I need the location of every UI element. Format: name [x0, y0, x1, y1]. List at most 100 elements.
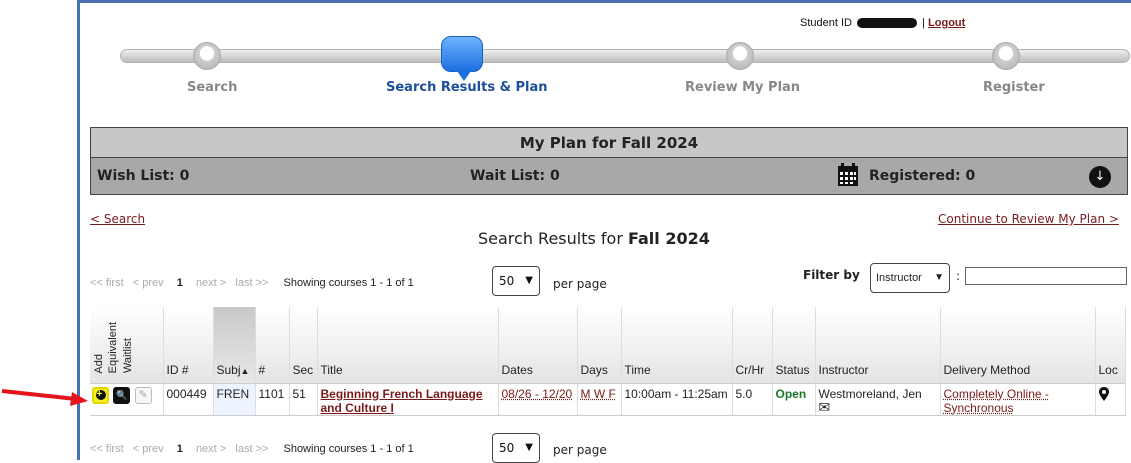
redacted-student-id [857, 18, 918, 29]
per-page-label: per page [553, 277, 607, 291]
cell-crhr: 5.0 [732, 382, 773, 416]
step-search-knob[interactable] [193, 42, 221, 70]
student-id-label: Student ID [800, 17, 852, 29]
header-time[interactable]: Time [621, 307, 733, 383]
pager-prev[interactable]: < prev [133, 277, 164, 289]
pager-top: << first < prev 1 next > last >> Showing… [90, 277, 414, 289]
progress-track [120, 49, 1130, 63]
cell-id: 000449 [163, 382, 214, 416]
step-search-label[interactable]: Search [187, 80, 237, 95]
header-title[interactable]: Title [317, 307, 499, 383]
step-current-bubble-icon [441, 36, 483, 81]
pager-next[interactable]: next > [196, 443, 226, 455]
header-number[interactable]: # [255, 307, 290, 383]
pager-next[interactable]: next > [196, 277, 226, 289]
sort-asc-icon: ▲ [240, 365, 250, 376]
separator: | [922, 17, 925, 29]
filter-selected-value: Instructor [876, 272, 922, 284]
per-page-value: 50 [499, 441, 515, 455]
results-title: Search Results for Fall 2024 [478, 229, 710, 248]
header-delivery[interactable]: Delivery Method [940, 307, 1096, 383]
header-instructor[interactable]: Instructor [815, 307, 941, 383]
results-term: Fall 2024 [628, 229, 710, 248]
header-id[interactable]: ID # [163, 307, 214, 383]
pager-bottom: << first < prev 1 next > last >> Showing… [90, 443, 414, 455]
annotation-arrow-icon [1, 389, 88, 406]
equivalent-search-icon[interactable]: 🔍 [113, 386, 131, 404]
cell-sec: 51 [289, 382, 318, 416]
table-row: 🔍 ✎ 000449 FREN 1101 51 Beginning French… [90, 382, 1126, 416]
per-page-select[interactable]: 50 ▼ [492, 266, 540, 296]
pager-current: 1 [176, 277, 183, 289]
pager-showing: Showing courses 1 - 1 of 1 [283, 443, 414, 455]
step-register-label[interactable]: Register [983, 80, 1045, 95]
cell-dates[interactable]: 08/26 - 12/20 [498, 382, 578, 416]
plan-summary-bar: Wish List: 0 Wait List: 0 Registered: 0 … [90, 158, 1128, 195]
header-subj[interactable]: Subj▲ [213, 307, 256, 383]
instructor-name: Westmoreland, Jen [818, 386, 922, 401]
per-page-value: 50 [499, 274, 515, 288]
expand-down-icon[interactable]: ↓ [1089, 166, 1111, 188]
course-title-line2[interactable]: and Culture I [321, 401, 495, 415]
results-title-prefix: Search Results for [478, 229, 623, 248]
header-loc[interactable]: Loc [1095, 307, 1126, 383]
course-title-line1[interactable]: Beginning French Language [321, 387, 495, 401]
frame-top-border [77, 0, 1131, 3]
step-review-label[interactable]: Review My Plan [685, 80, 800, 95]
filter-select[interactable]: Instructor ▼ [870, 263, 950, 293]
filter-colon: : [956, 269, 961, 283]
header-waitlist: Waitlist [121, 338, 134, 374]
step-search-results-label: Search Results & Plan [386, 80, 548, 95]
waitlist-edit-icon[interactable]: ✎ [134, 386, 152, 404]
wish-list-count[interactable]: Wish List: 0 [97, 168, 189, 184]
cell-number: 1101 [255, 382, 290, 416]
mail-icon[interactable]: ✉ [819, 400, 937, 414]
header-dates[interactable]: Dates [498, 307, 578, 383]
per-page-label: per page [553, 443, 607, 457]
chevron-down-icon: ▼ [525, 442, 533, 453]
cell-subj: FREN [213, 382, 256, 416]
header-equivalent: Equivalent [107, 322, 120, 374]
delivery-method-line2[interactable]: Synchronous [944, 401, 1092, 415]
calendar-icon [838, 163, 858, 186]
days-link[interactable]: M W F [581, 387, 616, 401]
header-subj-label: Subj [216, 362, 241, 377]
row-actions: 🔍 ✎ [90, 382, 164, 416]
header-sec[interactable]: Sec [289, 307, 318, 383]
registered-count[interactable]: Registered: 0 [869, 168, 975, 184]
table-header-row: Add Equivalent Waitlist ID # Subj▲ # Sec… [90, 307, 1126, 383]
cell-delivery[interactable]: Completely Online - Synchronous [940, 382, 1096, 416]
pager-showing: Showing courses 1 - 1 of 1 [283, 277, 414, 289]
step-review-knob[interactable] [726, 42, 754, 70]
pager-current: 1 [176, 443, 183, 455]
cell-days[interactable]: M W F [577, 382, 622, 416]
cell-time: 10:00am - 11:25am [621, 382, 733, 416]
header-status[interactable]: Status [772, 307, 816, 383]
cell-status: Open [772, 382, 816, 416]
chevron-down-icon: ▼ [934, 272, 944, 283]
pager-last[interactable]: last >> [235, 277, 268, 289]
delivery-method-line1[interactable]: Completely Online - [944, 387, 1092, 401]
filter-label: Filter by [803, 268, 860, 282]
wait-list-count[interactable]: Wait List: 0 [470, 168, 560, 184]
per-page-select-bottom[interactable]: 50 ▼ [492, 433, 540, 463]
header-days[interactable]: Days [577, 307, 622, 383]
continue-review-link[interactable]: Continue to Review My Plan > [938, 212, 1119, 226]
dates-link[interactable]: 08/26 - 12/20 [502, 387, 573, 401]
chevron-down-icon: ▼ [525, 275, 533, 286]
cell-loc[interactable] [1095, 382, 1126, 416]
plan-title: My Plan for Fall 2024 [90, 127, 1128, 158]
header-crhr[interactable]: Cr/Hr [732, 307, 773, 383]
step-register-knob[interactable] [992, 42, 1020, 70]
cell-instructor: Westmoreland, Jen ✉ [815, 382, 941, 416]
pager-last[interactable]: last >> [235, 443, 268, 455]
action-headers: Add Equivalent Waitlist [90, 307, 164, 383]
results-table: Add Equivalent Waitlist ID # Subj▲ # Sec… [90, 307, 1126, 416]
status-badge: Open [775, 386, 807, 401]
logout-link[interactable]: Logout [928, 17, 965, 29]
cell-title[interactable]: Beginning French Language and Culture I [317, 382, 499, 416]
filter-input[interactable] [965, 267, 1127, 285]
location-pin-icon[interactable] [1098, 386, 1109, 401]
pager-prev[interactable]: < prev [133, 443, 164, 455]
student-id-area: Student ID | Logout [800, 17, 965, 29]
